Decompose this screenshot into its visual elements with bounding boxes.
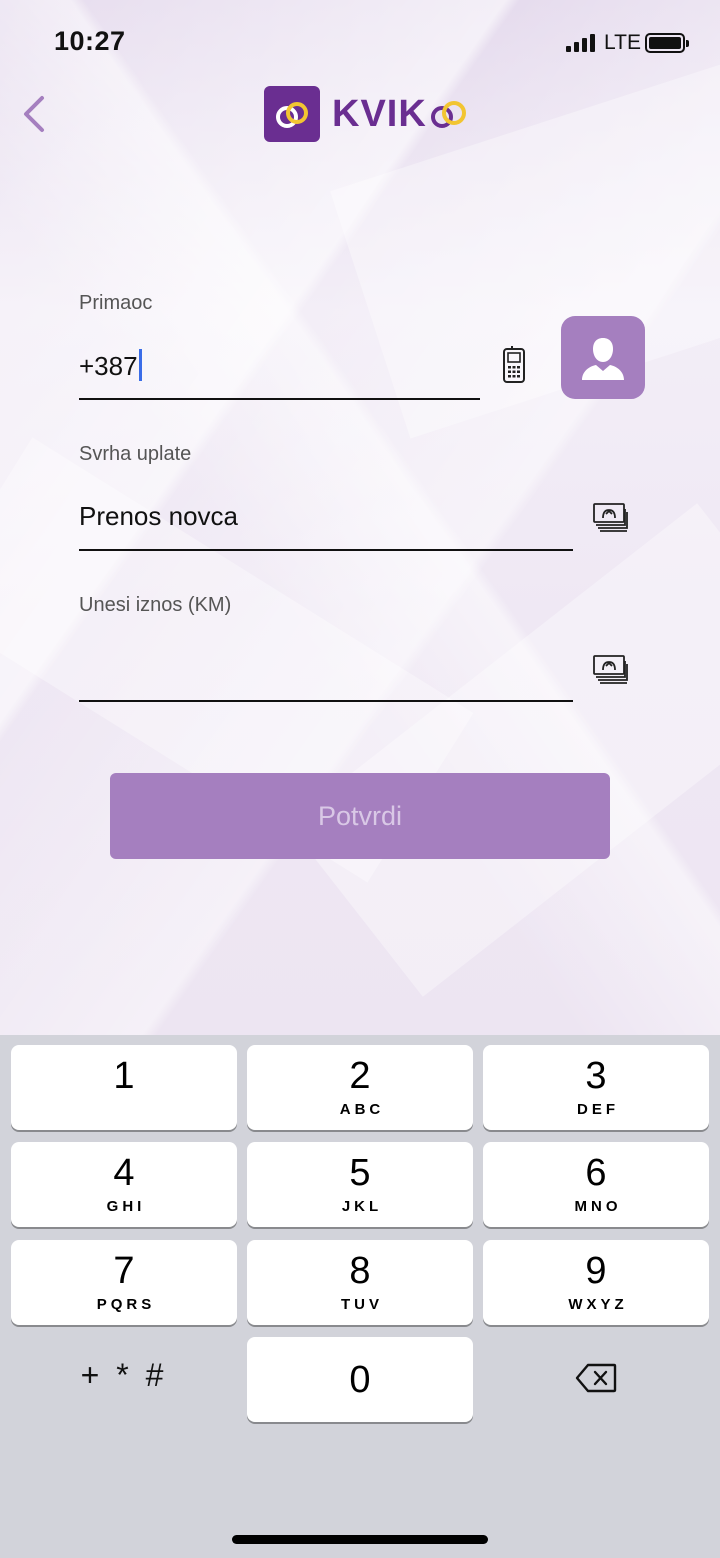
key-6[interactable]: 6 MNO [483, 1142, 709, 1227]
amount-label: Unesi iznos (KM) [79, 594, 232, 616]
key-7[interactable]: 7 PQRS [11, 1240, 237, 1325]
confirm-button[interactable]: Potvrdi [110, 773, 610, 859]
carrier-label: LTE [604, 31, 641, 54]
key-delete[interactable] [483, 1335, 709, 1420]
back-chevron-icon[interactable] [18, 94, 58, 134]
battery-icon [645, 33, 689, 53]
recipient-label: Primaoc [79, 292, 153, 314]
key-3[interactable]: 3 DEF [483, 1045, 709, 1130]
backspace-icon [575, 1363, 617, 1392]
status-time: 10:27 [54, 26, 126, 56]
key-4[interactable]: 4 GHI [11, 1142, 237, 1227]
numeric-keypad: 1 2 ABC 3 DEF 4 GHI 5 JKL 6 MNO 7 PQRS 8… [0, 1035, 720, 1558]
home-indicator [232, 1535, 488, 1544]
key-0[interactable]: 0 [247, 1337, 473, 1422]
mobile-phone-icon[interactable] [501, 346, 527, 384]
person-icon [582, 337, 624, 380]
contacts-button[interactable] [561, 316, 645, 399]
key-9[interactable]: 9 WXYZ [483, 1240, 709, 1325]
money-icon [593, 503, 628, 532]
amount-underline [79, 700, 573, 702]
key-symbols[interactable]: + * # [11, 1333, 237, 1418]
purpose-input[interactable]: Prenos novca [79, 501, 238, 532]
purpose-label: Svrha uplate [79, 443, 192, 465]
text-caret [138, 349, 142, 381]
recipient-underline [79, 398, 480, 400]
logo-mark-icon [264, 86, 320, 142]
purpose-underline [79, 549, 573, 551]
status-bar: 10:27 LTE [0, 0, 720, 88]
app-logo: KVIK [264, 86, 473, 142]
key-2[interactable]: 2 ABC [247, 1045, 473, 1130]
key-1[interactable]: 1 [11, 1045, 237, 1130]
key-5[interactable]: 5 JKL [247, 1142, 473, 1227]
key-8[interactable]: 8 TUV [247, 1240, 473, 1325]
recipient-input[interactable]: +387 [79, 349, 142, 382]
amount-input[interactable] [79, 652, 559, 686]
money-icon [593, 655, 628, 684]
logo-rings-icon [430, 101, 466, 128]
logo-wordmark: KVIK [332, 93, 473, 136]
signal-icon [566, 34, 595, 52]
